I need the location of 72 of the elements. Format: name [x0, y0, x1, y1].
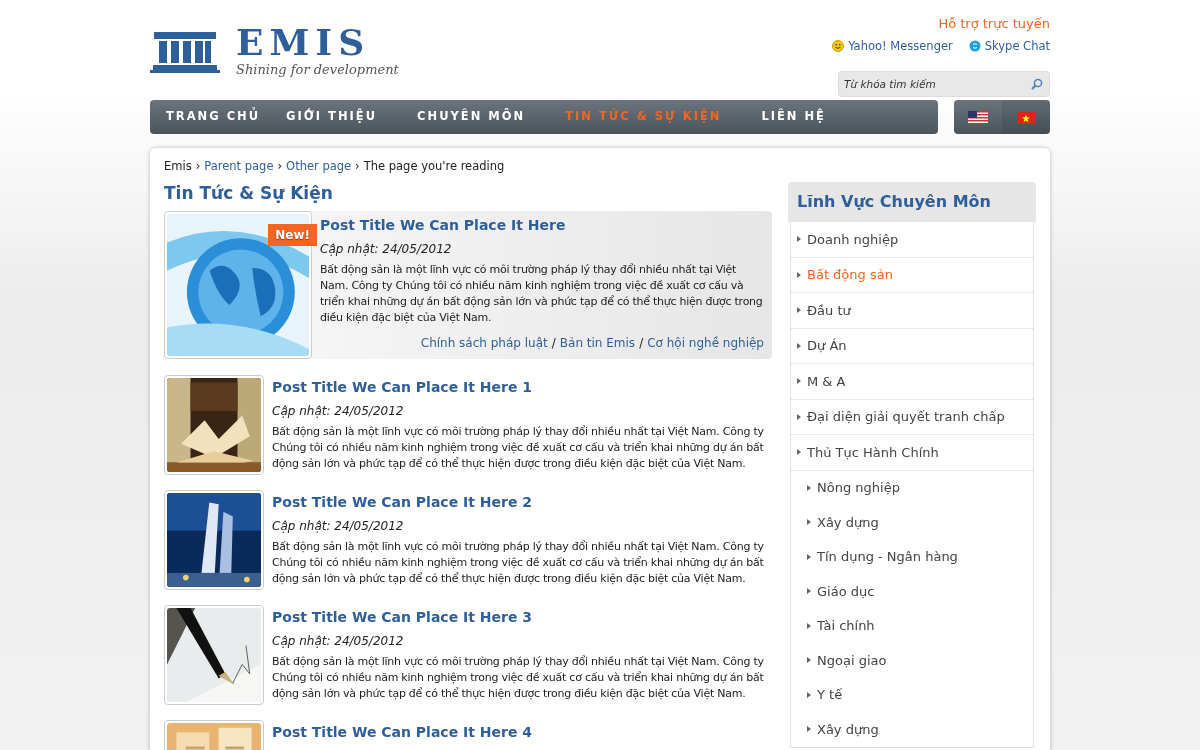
sidebar-item[interactable]: Y tế [791, 677, 1033, 712]
sidebar-item[interactable]: Đầu tư [791, 293, 1033, 329]
post-excerpt: Bất động sản là một lĩnh vực có môi trường pháp lý thay đổi nhiều nhất tại Việt Nam. Công ty Chúng tôi có nhiều năm kinh nghiệm trong việc đề xuất cơ cấu và triển khai những dự án bất động sản lớn và phức tạp để có thể thực hiện được trong điều kiện đặc biệt của Việt Nam. [272, 653, 765, 702]
sidebar-item[interactable]: Xây dựng [791, 712, 1033, 747]
sidebar-item[interactable]: Tài chính [791, 608, 1033, 643]
bullet-icon [807, 622, 811, 629]
tag-separator: / [639, 335, 644, 350]
tag-separator: / [551, 335, 556, 350]
sidebar-item[interactable]: Đại diện giải quyết tranh chấp [791, 399, 1033, 435]
bullet-icon [797, 378, 801, 385]
bullet-icon [807, 726, 811, 733]
page-title: Tin Tức & Sự Kiện [164, 182, 334, 206]
category-link[interactable]: Cơ hội nghề nghiệp [647, 335, 764, 350]
post-excerpt: Bất động sản là một lĩnh vực có môi trường pháp lý thay đổi nhiều nhất tại Việt Nam. Công ty Chúng tôi có nhiều năm kinh nghiệm trong việc đề xuất cơ cấu và triển khai những dự án bất động sản lớn và phức tạp để có thể thực hiện được trong điều kiện đặc biệt của Việt Nam. [272, 423, 765, 472]
post-title[interactable]: Post Title We Can Place It Here 2 [272, 491, 772, 513]
bullet-icon [797, 307, 801, 314]
post-title[interactable]: Post Title We Can Place It Here 3 [272, 606, 772, 628]
post-excerpt: Bất động sản là một lĩnh vực có môi trường pháp lý thay đổi nhiều nhất tại Việt Nam. Công ty Chúng tôi có nhiều năm kinh nghiệm trong việc đề xuất cơ cấu và triển khai những dự án bất động sản lớn và phức tạp để có thể thực hiện được trong điều kiện đặc biệt của Việt Nam. [272, 538, 765, 587]
link-label: Yahoo! Messenger [848, 37, 953, 55]
bullet-icon [797, 342, 801, 349]
flag-icon [968, 111, 988, 124]
bullet-icon [797, 236, 801, 243]
sidebar-item[interactable]: Thủ Tục Hành Chính [791, 435, 1033, 471]
breadcrumb-text: The page you're reading [363, 159, 505, 173]
bullet-icon [807, 691, 811, 698]
support-title: Hỗ trợ trực tuyến [938, 15, 1050, 33]
breadcrumb-separator: › [195, 159, 201, 173]
sidebar-item[interactable]: Giáo dục [791, 574, 1033, 609]
nav-link[interactable]: TRANG CHỦ [166, 108, 261, 126]
sidebar-item[interactable]: Dự Án [791, 328, 1033, 364]
breadcrumb-separator: › [355, 159, 360, 173]
post-title[interactable]: Post Title We Can Place It Here 1 [272, 376, 772, 398]
nav-link[interactable]: GIỚI THIỆU [286, 108, 378, 126]
search-icon[interactable] [1031, 77, 1043, 90]
search-field[interactable]: Từ khóa tìm kiếm [838, 70, 1050, 97]
post-title[interactable]: Post Title We Can Place It Here [320, 214, 764, 236]
link-label: Skype Chat [984, 37, 1050, 55]
bullet-icon [807, 519, 811, 526]
smiley-icon [832, 40, 845, 53]
bullet-icon [807, 484, 811, 491]
sidebar-item[interactable]: M & A [791, 364, 1033, 400]
nav-link[interactable]: CHUYÊN MÔN [417, 108, 526, 126]
breadcrumb-link[interactable]: Parent page [204, 159, 274, 173]
bullet-icon [807, 553, 811, 560]
breadcrumb-text: Emis [164, 159, 192, 173]
post-title[interactable]: Post Title We Can Place It Here 4 [272, 721, 772, 743]
logo-text: EMIS [236, 24, 372, 60]
nav-link[interactable]: LIÊN HỆ [761, 108, 826, 126]
sidebar-item[interactable]: Xây dựng [791, 505, 1033, 540]
breadcrumb-separator: › [277, 159, 283, 173]
bullet-icon [797, 271, 801, 278]
post-date: Cập nhật: 24/05/2012 [320, 240, 453, 258]
category-link[interactable]: Bản tin Emis [559, 335, 636, 350]
post-date: Cập nhật: 24/05/2012 [272, 402, 405, 420]
breadcrumb-link[interactable]: Other page [286, 159, 352, 173]
bullet-icon [807, 657, 811, 664]
sidebar-item[interactable]: Nông nghiệp [791, 470, 1033, 505]
sidebar-item[interactable]: Tín dụng - Ngân hàng [791, 539, 1033, 574]
post-date: Cập nhật: 24/05/2012 [272, 632, 405, 650]
post-date: Cập nhật: 24/05/2012 [272, 517, 405, 535]
bullet-icon [797, 449, 801, 456]
sidebar-item[interactable]: Doanh nghiệp [791, 222, 1033, 258]
new-badge: New! [268, 223, 317, 246]
sidebar-item[interactable]: Ngoại giao [791, 643, 1033, 678]
bullet-icon [797, 413, 801, 420]
sidebar-title: Lĩnh Vực Chuyên Môn [788, 182, 1036, 222]
category-link[interactable]: Chính sách pháp luật [420, 335, 548, 350]
tagline: Shining for development [236, 61, 399, 79]
chat-bubble-icon [968, 40, 981, 53]
bullet-icon [807, 588, 811, 595]
flag-icon [1017, 111, 1035, 124]
post-excerpt: Bất động sản là một lĩnh vực có môi trường pháp lý thay đổi nhiều nhất tại Việt Nam. Công ty Chúng tôi có nhiều năm kinh nghiệm trong việc đề xuất cơ cấu và triển khai những dự án bất động sản lớn và phức tạp để có thể thực hiện được trong điều kiện đặc biệt của Việt Nam. [320, 261, 764, 326]
